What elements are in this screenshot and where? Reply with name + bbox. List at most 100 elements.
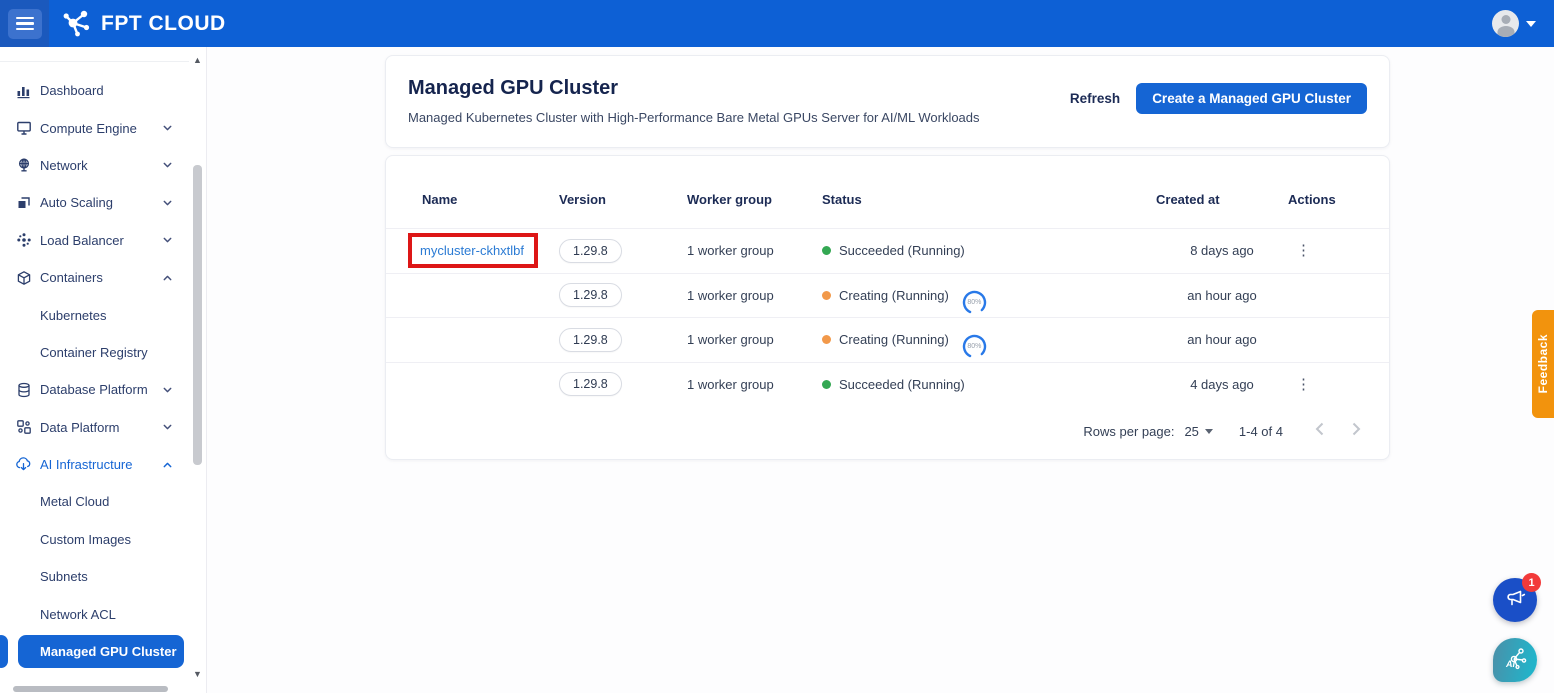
sidebar-item-label: Containers [40, 270, 103, 285]
created-at-cell: an hour ago [1156, 288, 1288, 303]
user-menu-caret-icon[interactable] [1526, 21, 1536, 27]
containers-icon [15, 269, 32, 286]
feedback-label: Feedback [1536, 334, 1550, 393]
version-badge: 1.29.8 [559, 328, 622, 352]
sidebar-item-label: Kubernetes [40, 308, 107, 323]
sidebar-item-data-platform[interactable]: Data Platform [0, 409, 189, 446]
version-badge: 1.29.8 [559, 372, 622, 396]
table-row: 1.29.81 worker groupSucceeded (Running)4… [386, 362, 1389, 407]
sidebar-item-network-acl[interactable]: Network ACL [0, 595, 189, 632]
hamburger-menu-button[interactable] [8, 9, 42, 39]
fpt-molecule-icon [63, 10, 93, 38]
sidebar-item-container-registry[interactable]: Container Registry [0, 334, 189, 371]
row-actions-kebab-button[interactable]: ⋮ [1288, 375, 1319, 394]
refresh-button[interactable]: Refresh [1070, 91, 1120, 106]
created-at-cell: 8 days ago [1156, 243, 1288, 258]
sidebar-item-label: Database Platform [40, 382, 148, 397]
status-text: Creating (Running) [839, 332, 949, 347]
sidebar-item-managed-gpu-cluster[interactable]: Managed GPU Clusterbeta [0, 633, 189, 670]
status-text: Succeeded (Running) [839, 243, 965, 258]
cluster-name-link[interactable]: mycluster-ckhxtlbf [420, 243, 524, 258]
progress-percentage: 80% [961, 289, 988, 316]
progress-spinner: 80% [961, 289, 988, 316]
dataplatform-icon [15, 419, 32, 436]
table-row: 1.29.8 1 worker group Creating (Running) 80… [386, 273, 1389, 318]
chevron-down-icon [162, 384, 173, 395]
red-annotation-box: mycluster-ckhxtlbf [408, 233, 538, 268]
svg-text:AI: AI [1505, 659, 1515, 669]
sidebar-item-label: Dashboard [40, 83, 104, 98]
create-cluster-button[interactable]: Create a Managed GPU Cluster [1136, 83, 1367, 114]
cluster-table-card: NameVersionWorker groupStatusCreated atA… [385, 155, 1390, 460]
chevron-down-icon [162, 123, 173, 134]
sidebar-item-label: Load Balancer [40, 233, 124, 248]
sidebar-vertical-scrollbar[interactable]: ▲ ▼ [191, 47, 204, 681]
sidebar-item-label: Container Registry [40, 345, 148, 360]
status-text: Succeeded (Running) [839, 377, 965, 392]
next-page-button[interactable] [1352, 422, 1361, 440]
status-dot-creating [822, 335, 831, 344]
scrollbar-thumb-horizontal[interactable] [13, 686, 168, 692]
sidebar-item-label: AI Infrastructure [40, 457, 132, 472]
version-badge: 1.29.8 [559, 283, 622, 307]
sidebar-item-containers[interactable]: Containers [0, 259, 189, 296]
sidebar-item-label: Data Platform [40, 420, 119, 435]
sidebar-item-custom-images[interactable]: Custom Images [0, 521, 189, 558]
table-row: 1.29.81 worker groupCreating (Running)80… [386, 317, 1389, 362]
rows-per-page-select[interactable]: 25 [1184, 424, 1212, 439]
scroll-down-arrow-icon[interactable]: ▼ [193, 669, 202, 679]
status-dot-creating [822, 291, 831, 300]
column-header-status: Status [822, 192, 1156, 207]
announcements-button[interactable]: 1 [1493, 578, 1537, 622]
sidebar-item-ai-infrastructure[interactable]: AI Infrastructure [0, 446, 189, 483]
page-header-card: Managed GPU Cluster Managed Kubernetes C… [385, 55, 1390, 148]
sidebar: Dashboard Compute EngineNetwork Auto Scali… [0, 47, 207, 693]
sidebar-item-metal-cloud[interactable]: Metal Cloud [0, 483, 189, 520]
sidebar-item-load-balancer[interactable]: Load Balancer [0, 222, 189, 259]
rows-per-page-caret-icon [1205, 429, 1213, 434]
sidebar-nav-list: Dashboard Compute EngineNetwork Auto Scali… [0, 62, 189, 670]
previous-page-button[interactable] [1315, 422, 1324, 440]
table-body: mycluster-ckhxtlbf1.29.81 worker groupSu… [386, 228, 1389, 406]
sidebar-item-auto-scaling[interactable]: Auto Scaling [0, 184, 189, 221]
main-content: Managed GPU Cluster Managed Kubernetes C… [207, 47, 1554, 693]
sidebar-item-label: Custom Images [40, 532, 131, 547]
table-header-row: NameVersionWorker groupStatusCreated atA… [386, 156, 1389, 228]
sidebar-item-network[interactable]: Network [0, 147, 189, 184]
column-header-name: Name [422, 192, 559, 207]
hamburger-zone [0, 0, 49, 47]
chevron-up-icon [162, 272, 173, 283]
user-avatar[interactable] [1492, 10, 1519, 37]
sidebar-horizontal-scrollbar[interactable] [0, 686, 189, 693]
sidebar-item-compute-engine[interactable]: Compute Engine [0, 109, 189, 146]
feedback-tab[interactable]: Feedback [1532, 310, 1554, 418]
status-dot-success [822, 246, 831, 255]
chevron-down-icon [162, 422, 173, 433]
sidebar-item-label: Network ACL [40, 607, 116, 622]
sidebar-item-database-platform[interactable]: Database Platform [0, 371, 189, 408]
chevron-down-icon [162, 235, 173, 246]
status-text: Creating (Running) [839, 288, 949, 303]
sidebar-item-dashboard[interactable]: Dashboard [0, 72, 189, 109]
created-at-cell: 4 days ago [1156, 377, 1288, 392]
scrollbar-thumb[interactable] [193, 165, 202, 465]
compute-icon [15, 120, 32, 137]
dashboard-icon [15, 82, 32, 99]
sidebar-item-subnets[interactable]: Subnets [0, 558, 189, 595]
ai-assistant-button[interactable]: AI [1493, 638, 1537, 682]
database-icon [15, 381, 32, 398]
sidebar-item-kubernetes[interactable]: Kubernetes [0, 296, 189, 333]
sidebar-item-label: Subnets [40, 569, 88, 584]
chevron-down-icon [162, 160, 173, 171]
megaphone-icon [1504, 587, 1526, 614]
worker-group-cell: 1 worker group [687, 288, 822, 303]
row-actions-kebab-button[interactable]: ⋮ [1288, 241, 1319, 260]
ai-molecule-icon: AI [1501, 644, 1529, 677]
sidebar-item-label: Metal Cloud [40, 494, 109, 509]
app-screen: FPT CLOUD DashboardCompute EngineNetwork… [0, 0, 1554, 693]
column-header-version: Version [559, 192, 687, 207]
scroll-up-arrow-icon[interactable]: ▲ [193, 55, 202, 65]
network-icon [15, 157, 32, 174]
sidebar-item-label: Auto Scaling [40, 195, 113, 210]
pagination-bar: Rows per page: 25 1-4 of 4 [386, 413, 1389, 449]
